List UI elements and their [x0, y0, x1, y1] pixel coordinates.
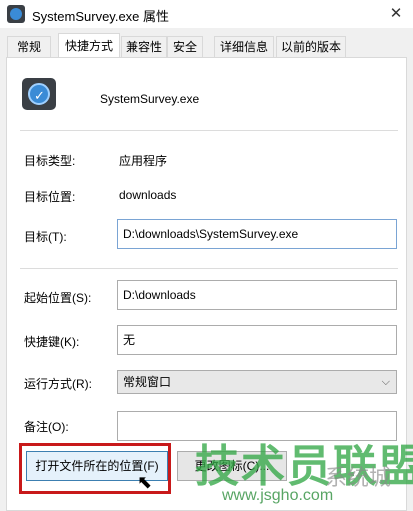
target-location-label: 目标位置:	[24, 190, 76, 204]
tab-previous-versions[interactable]: 以前的版本	[276, 36, 346, 57]
title-bar: SystemSurvey.exe 属性 ✕	[0, 0, 413, 28]
tab-shortcut[interactable]: 快捷方式	[58, 33, 120, 58]
shortcut-key-label: 快捷键(K):	[24, 335, 80, 349]
target-location-value: downloads	[119, 188, 177, 202]
tab-compatibility[interactable]: 兼容性	[121, 36, 167, 57]
target-type-value: 应用程序	[119, 154, 168, 168]
divider	[20, 130, 398, 131]
shortcut-key-input[interactable]: 无	[117, 325, 397, 355]
mouse-cursor-icon: ⬉	[137, 472, 153, 492]
close-button[interactable]: ✕	[379, 0, 413, 28]
window-title: SystemSurvey.exe 属性	[32, 9, 170, 24]
app-icon	[7, 5, 25, 23]
start-in-input[interactable]: D:\downloads	[117, 280, 397, 310]
divider	[20, 268, 398, 269]
comment-label: 备注(O):	[24, 420, 69, 434]
chevron-down-icon: ⌵	[381, 376, 390, 388]
tab-bar: 常规 快捷方式 兼容性 安全 详细信息 以前的版本	[0, 28, 413, 58]
watermark-extra: 系统城	[325, 465, 392, 490]
tab-general[interactable]: 常规	[7, 36, 51, 57]
start-in-label: 起始位置(S):	[24, 291, 92, 305]
run-select-value: 常规窗口	[123, 375, 172, 389]
tab-details[interactable]: 详细信息	[214, 36, 274, 57]
tab-security[interactable]: 安全	[167, 36, 203, 57]
app-large-icon: ✓	[22, 78, 56, 110]
target-type-label: 目标类型:	[24, 154, 76, 168]
run-label: 运行方式(R):	[24, 377, 92, 391]
target-input[interactable]: D:\downloads\SystemSurvey.exe	[117, 219, 397, 249]
target-label: 目标(T):	[24, 230, 67, 244]
watermark-url: www.jsgho.com	[222, 487, 334, 504]
run-select[interactable]: 常规窗口 ⌵	[117, 370, 397, 394]
app-name: SystemSurvey.exe	[100, 92, 200, 106]
